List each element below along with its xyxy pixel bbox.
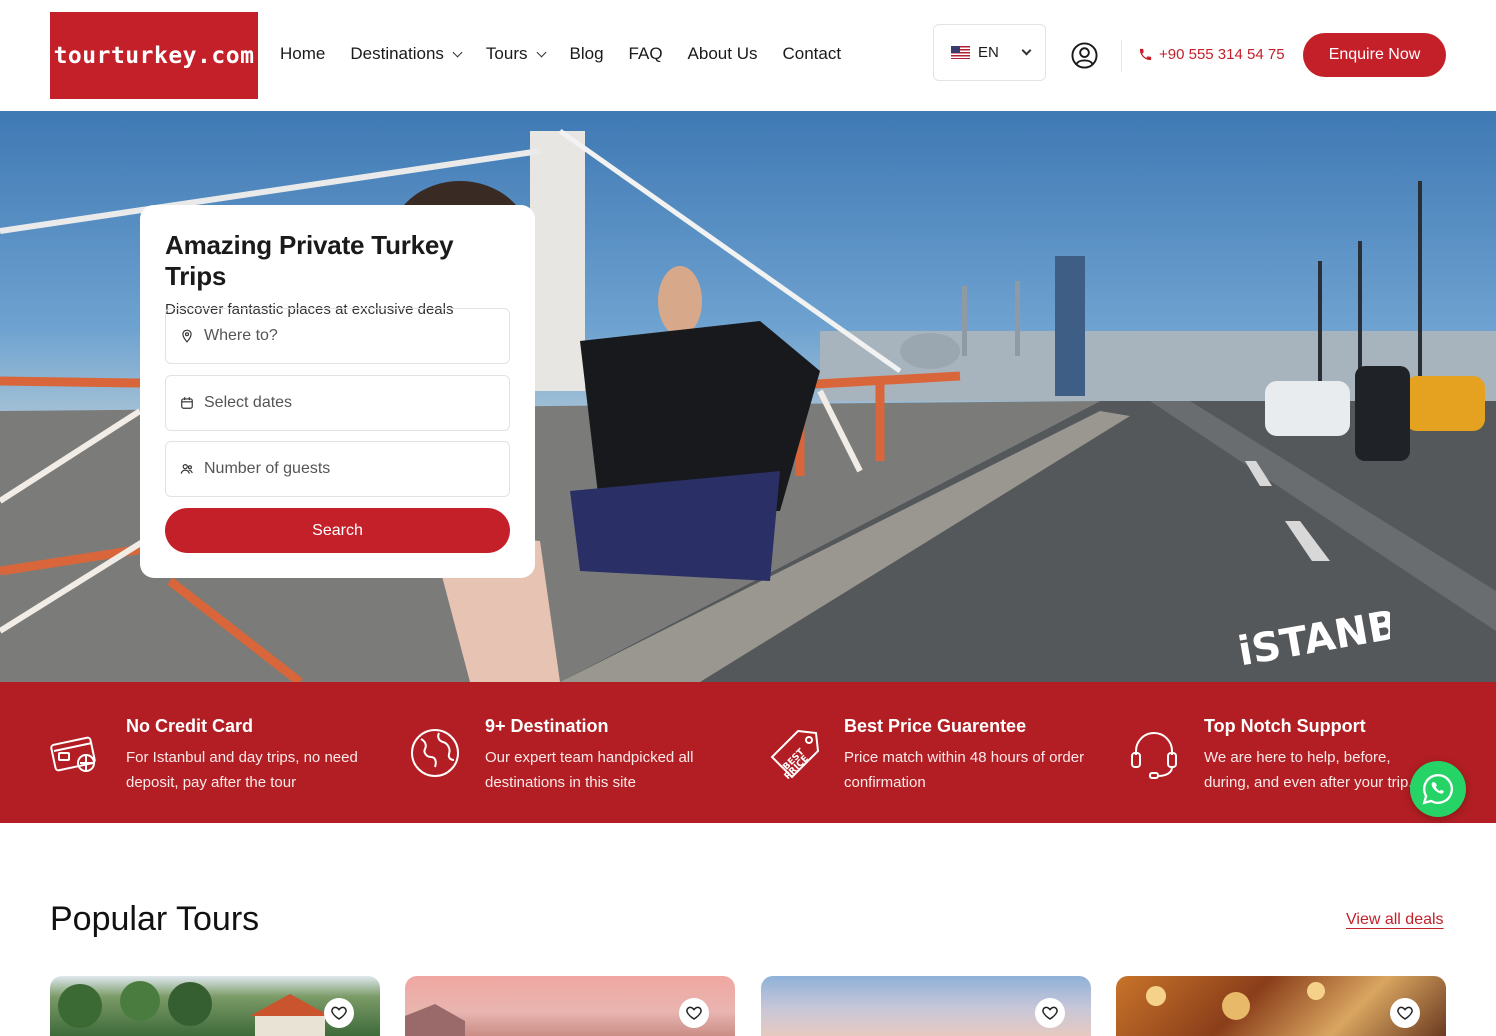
view-all-deals-link[interactable]: View all deals [1346,911,1444,929]
language-selector[interactable]: EN [933,24,1046,81]
guests-placeholder: Number of guests [204,460,331,477]
site-logo[interactable]: tourturkey.com [50,12,258,99]
nav-home-label: Home [280,44,326,63]
nav-destinations[interactable]: Destinations [350,44,463,64]
site-header: tourturkey.com Home Destinations Tours B… [0,0,1496,111]
destination-input[interactable]: Where to? [165,308,510,364]
nav-faq[interactable]: FAQ [629,44,663,64]
user-account-icon[interactable] [1071,42,1098,69]
nav-about-label: About Us [687,44,758,63]
feature-description: Our expert team handpicked all destinati… [485,749,694,791]
nav-contact[interactable]: Contact [782,44,841,64]
whatsapp-icon [1422,774,1453,805]
nav-faq-label: FAQ [628,44,663,63]
us-flag-icon [951,46,970,59]
guests-input[interactable]: Number of guests [165,441,510,497]
heart-icon [1042,1006,1058,1020]
search-card: Amazing Private Turkey Trips Discover fa… [140,205,535,578]
tour-card[interactable] [761,976,1091,1036]
svg-text:iSTANBUL: iSTANBUL [1235,592,1390,675]
feature-title: Top Notch Support [1204,716,1366,736]
nav-blog-label: Blog [569,44,604,63]
heart-icon [331,1006,347,1020]
destination-placeholder: Where to? [204,327,278,344]
nav-about[interactable]: About Us [688,44,758,64]
nav-blog[interactable]: Blog [570,44,604,64]
nav-contact-label: Contact [782,44,842,63]
features-band: No Credit Card For Istanbul and day trip… [0,682,1496,823]
logo-text: tourturkey.com [53,42,255,69]
header-divider [1121,40,1122,72]
price-tag-icon: BEST PRICE [770,729,820,779]
chevron-down-icon [536,47,546,57]
feature-title: No Credit Card [126,716,254,736]
phone-link[interactable]: +90 555 314 54 75 [1138,46,1285,63]
feature-description: We are here to help, before, during, and… [1204,745,1434,795]
search-button[interactable]: Search [165,508,510,553]
hero-section: iSTANBUL Amazing Private Turkey Trips Di… [0,111,1496,682]
calendar-icon [181,397,193,409]
nav-destinations-label: Destinations [350,44,444,63]
chevron-down-icon [1021,45,1032,56]
istanbul-overlay-graphic: iSTANBUL [1235,592,1390,675]
main-nav: Home Destinations Tours Blog FAQ About U… [280,44,841,64]
location-pin-icon [182,329,192,343]
dates-placeholder: Select dates [204,394,293,411]
credit-card-icon [50,736,96,772]
nav-home[interactable]: Home [280,44,325,64]
feature-description-text: We are here to help, before, during, and… [1204,749,1413,791]
globe-icon [411,729,459,777]
heart-icon [1397,1006,1413,1020]
nav-tours[interactable]: Tours [485,44,546,64]
phone-icon [1139,48,1152,61]
phone-number: +90 555 314 54 75 [1159,46,1285,63]
guests-icon [180,464,193,474]
popular-tours-title: Popular Tours [50,900,260,938]
feature-title: 9+ Destination [485,716,609,736]
feature-description: For Istanbul and day trips, no need depo… [126,749,358,791]
whatsapp-chat-button[interactable] [1410,761,1466,817]
chevron-down-icon [452,47,463,57]
tour-card[interactable] [405,976,735,1036]
dates-input[interactable]: Select dates [165,375,510,431]
tour-card[interactable] [1116,976,1446,1036]
nav-tours-label: Tours [485,44,528,63]
language-label: EN [978,44,999,61]
heart-icon [686,1006,702,1020]
feature-description: Price match within 48 hours of order con… [844,749,1085,791]
feature-title: Best Price Guarentee [844,716,1027,736]
hero-title: Amazing Private Turkey Trips [165,230,454,291]
headset-icon [1131,732,1177,779]
tour-card[interactable] [50,976,380,1036]
enquire-now-button[interactable]: Enquire Now [1303,33,1446,77]
